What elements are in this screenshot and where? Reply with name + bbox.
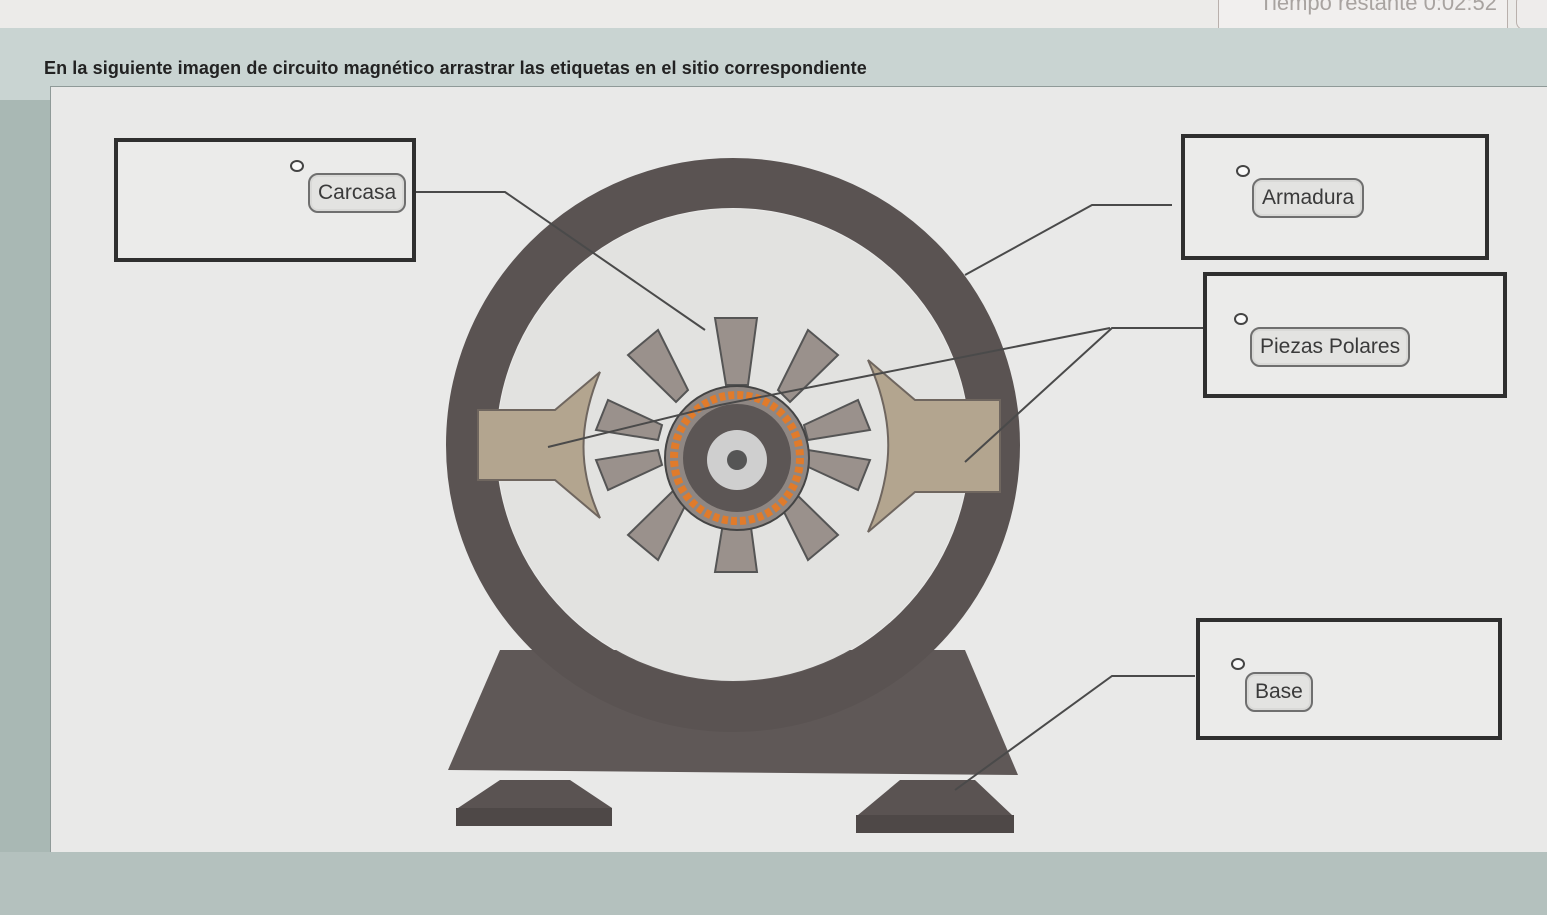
shaft-center (727, 450, 747, 470)
base-right-foot (858, 780, 1012, 815)
base-left-plate (456, 808, 612, 826)
drag-handle-icon[interactable] (1231, 658, 1245, 670)
base-right-plate (856, 815, 1014, 833)
drag-handle-icon[interactable] (1236, 165, 1250, 177)
label-armadura[interactable]: Armadura (1252, 178, 1365, 218)
drag-handle-icon[interactable] (1234, 313, 1248, 325)
label-carcasa[interactable]: Carcasa (308, 173, 407, 213)
base-left-foot (458, 780, 612, 808)
dropzone-base[interactable] (1196, 618, 1502, 740)
label-base[interactable]: Base (1245, 672, 1313, 712)
label-piezas-polares[interactable]: Piezas Polares (1250, 327, 1411, 367)
drag-handle-icon[interactable] (290, 160, 304, 172)
